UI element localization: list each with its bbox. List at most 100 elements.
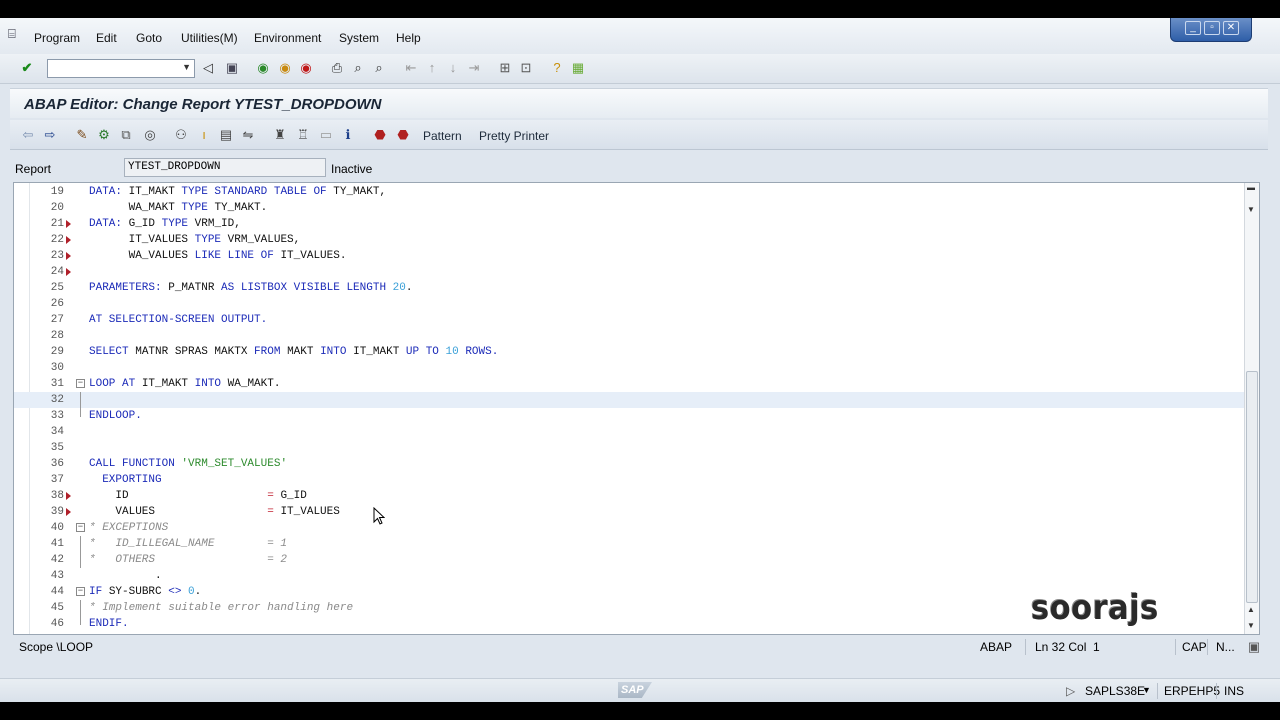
previous-page-icon[interactable]: ↑ [424,60,440,76]
code-line[interactable]: 24 [14,264,1246,280]
menu-goto[interactable]: Goto [136,31,162,45]
code-line[interactable]: 41 * ID_ILLEGAL_NAME = 1 [14,536,1246,552]
pretty-printer-button[interactable]: Pretty Printer [479,129,549,143]
code-line[interactable]: 39 VALUES = IT_VALUES [14,504,1246,520]
next-page-icon[interactable]: ↓ [445,60,461,76]
code-line[interactable]: 33 ENDLOOP. [14,408,1246,424]
menu-system[interactable]: System [339,31,379,45]
code-line[interactable]: 19 DATA: IT_MAKT TYPE STANDARD TABLE OF T… [14,184,1246,200]
code-line[interactable]: 26 [14,296,1246,312]
window-menu-icon[interactable]: ⌸ [8,27,22,40]
scroll-top-icon[interactable]: ▬ [1247,183,1255,192]
shortcut-icon[interactable]: ⊡ [518,60,534,76]
maximize-icon[interactable]: ▫ [1204,21,1220,35]
set-breakpoint-icon[interactable]: ⬣ [372,127,388,143]
code-token: 20 [392,282,406,294]
close-icon[interactable]: ✕ [1223,21,1239,35]
print-icon[interactable]: ⎙ [329,60,345,76]
code-line[interactable]: 28 [14,328,1246,344]
code-line[interactable]: 35 [14,440,1246,456]
navigation-window-icon[interactable]: ⇋ [240,127,256,143]
code-line[interactable]: 31 − LOOP AT IT_MAKT INTO WA_MAKT. [14,376,1246,392]
back-triangle-icon[interactable]: ◁ [200,60,216,76]
report-name-field[interactable]: YTEST_DROPDOWN [124,158,326,177]
fold-toggle-icon[interactable]: − [76,523,85,532]
help-icon[interactable]: ? [549,60,565,76]
code-token: ENDIF. [89,618,129,630]
arrow-right-icon[interactable]: ⇨ [42,127,58,143]
menu-utilities[interactable]: Utilities(M) [181,31,238,45]
activate-icon[interactable]: ◎ [142,127,158,143]
code-line[interactable]: 43 . [14,568,1246,584]
chevron-down-icon[interactable]: ▼ [182,62,191,72]
menu-program[interactable]: Program [34,31,80,45]
code-line[interactable]: 21 DATA: G_ID TYPE VRM_ID, [14,216,1246,232]
code-editor[interactable]: 19 DATA: IT_MAKT TYPE STANDARD TABLE OF T… [13,182,1260,635]
fullscreen-icon[interactable]: ▭ [318,127,334,143]
code-line[interactable]: 34 [14,424,1246,440]
breakpoint-marker-icon[interactable] [66,220,71,228]
code-line[interactable]: 27 AT SELECTION-SCREEN OUTPUT. [14,312,1246,328]
other-object-icon[interactable]: ⚙ [96,127,112,143]
minimize-icon[interactable]: _ [1185,21,1201,35]
line-number: 41 [50,538,64,550]
line-number: 21 [50,218,64,230]
test-icon[interactable]: ⚇ [173,127,189,143]
code-line[interactable]: 40 − * EXCEPTIONS [14,520,1246,536]
editor-options-icon[interactable]: ▣ [1246,639,1262,655]
scrollbar-thumb[interactable] [1246,371,1258,603]
find-icon[interactable]: ⌕ [350,60,366,76]
code-line[interactable]: 30 [14,360,1246,376]
chevron-down-icon[interactable]: ▼ [1142,685,1151,695]
code-line[interactable]: 42 * OTHERS = 2 [14,552,1246,568]
breakpoint-marker-icon[interactable] [66,268,71,276]
enter-icon[interactable]: ✔ [19,60,35,76]
create-session-icon[interactable]: ⊞ [497,60,513,76]
code-line[interactable]: 29 SELECT MATNR SPRAS MAKTX FROM MAKT INT… [14,344,1246,360]
cancel-icon[interactable]: ◉ [298,60,314,76]
code-line[interactable]: 20 WA_MAKT TYPE TY_MAKT. [14,200,1246,216]
code-line[interactable]: 23 WA_VALUES LIKE LINE OF IT_VALUES. [14,248,1246,264]
breakpoint-marker-icon[interactable] [66,492,71,500]
first-page-icon[interactable]: ⇤ [403,60,419,76]
menu-environment[interactable]: Environment [254,31,321,45]
code-line[interactable]: 36 CALL FUNCTION 'VRM_SET_VALUES' [14,456,1246,472]
delete-breakpoint-icon[interactable]: ⬣ [395,127,411,143]
customize-layout-icon[interactable]: ▦ [570,60,586,76]
code-text: AT SELECTION-SCREEN OUTPUT. [89,312,267,328]
where-used-icon[interactable]: ı [196,127,212,143]
fold-toggle-icon[interactable]: − [76,379,85,388]
scroll-down-small-icon[interactable]: ▼ [1247,205,1255,214]
exit-icon[interactable]: ◉ [277,60,293,76]
save-icon[interactable]: ▣ [224,60,240,76]
num-lock-indicator: N... [1216,640,1235,654]
line-number: 27 [50,314,64,326]
menu-edit[interactable]: Edit [96,31,117,45]
command-field[interactable]: ▼ [47,59,195,78]
code-line[interactable]: 38 ID = G_ID [14,488,1246,504]
display-change-icon[interactable]: ✎ [74,127,90,143]
scroll-up-icon[interactable]: ▲ [1247,605,1255,614]
play-triangle-icon[interactable]: ▷ [1066,684,1075,698]
last-page-icon[interactable]: ⇥ [466,60,482,76]
code-line[interactable]: 32 [14,392,1246,408]
breakpoint-marker-icon[interactable] [66,236,71,244]
hierarchy-icon[interactable]: ♜ [272,127,288,143]
find-next-icon[interactable]: ⌕ [371,60,387,76]
pattern-button[interactable]: Pattern [423,129,462,143]
object-list-icon[interactable]: ▤ [218,127,234,143]
scroll-down-icon[interactable]: ▼ [1247,621,1255,630]
menu-help[interactable]: Help [396,31,421,45]
code-line[interactable]: 37 EXPORTING [14,472,1246,488]
check-icon[interactable]: ⧉ [118,127,134,143]
back-icon[interactable]: ◉ [255,60,271,76]
breakpoint-marker-icon[interactable] [66,508,71,516]
fold-toggle-icon[interactable]: − [76,587,85,596]
code-line[interactable]: 22 IT_VALUES TYPE VRM_VALUES, [14,232,1246,248]
breakpoint-marker-icon[interactable] [66,252,71,260]
info-icon[interactable]: ℹ [340,127,356,143]
arrow-left-icon[interactable]: ⇦ [20,127,36,143]
vertical-scrollbar[interactable]: ▬ ▼ ▲ ▼ [1244,183,1259,634]
stack-icon[interactable]: ♖ [295,127,311,143]
code-line[interactable]: 25 PARAMETERS: P_MATNR AS LISTBOX VISIBLE… [14,280,1246,296]
